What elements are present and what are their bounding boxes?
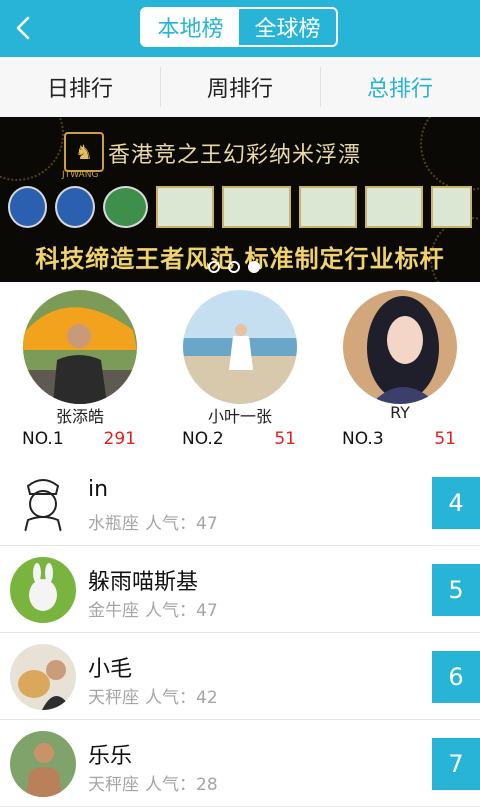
user-name: 躲雨喵斯基 — [88, 570, 199, 595]
avatar[interactable] — [10, 557, 76, 623]
avatar[interactable] — [183, 290, 297, 404]
brand-logo-icon: ♞ — [64, 132, 104, 172]
popularity-label: 人气： — [145, 601, 196, 621]
list-item[interactable]: 乐乐 天秤座 人气：28 7 — [0, 720, 480, 807]
avatar[interactable] — [10, 470, 76, 536]
zodiac-text: 金牛座 — [88, 601, 139, 621]
certificate-image — [221, 186, 291, 228]
certificate-badge-icon — [8, 186, 48, 228]
user-name: 小叶一张 — [207, 407, 272, 426]
list-item[interactable]: 躲雨喵斯基 金牛座 人气：47 5 — [0, 546, 480, 633]
list-item[interactable]: 小毛 天秤座 人气：42 6 — [0, 633, 480, 720]
popularity-label: 人气： — [145, 775, 196, 795]
promo-banner[interactable]: ♞ JTWANG 香港竞之王幻彩纳米浮漂 科技缔造王者风范 标准制定行业标杆 — [0, 117, 480, 282]
score-value: 51 — [434, 429, 456, 449]
user-name: 小毛 — [88, 657, 133, 682]
rank-label: NO.3 — [342, 429, 384, 449]
user-meta: 天秤座 人气：28 — [88, 770, 218, 795]
user-meta: 金牛座 人气：47 — [88, 596, 218, 621]
popularity-value: 42 — [196, 688, 218, 708]
tab-total[interactable]: 总排行 — [320, 57, 480, 117]
user-name: 张添皓 — [55, 407, 104, 426]
scope-segmented-control: 本地榜 全球榜 — [140, 7, 338, 47]
rank-badge: 5 — [432, 564, 480, 616]
rank-badge: 6 — [432, 651, 480, 703]
user-name: in — [88, 477, 109, 502]
certificate-badge-icon — [102, 186, 148, 228]
user-meta: 水瓶座 人气：47 — [88, 509, 218, 534]
user-name: 乐乐 — [88, 744, 133, 769]
banner-pager — [208, 261, 260, 273]
tab-daily[interactable]: 日排行 — [0, 57, 160, 117]
period-tabs: 日排行 周排行 总排行 — [0, 57, 480, 118]
certificate-image — [364, 186, 423, 228]
top-user-card-3[interactable]: RY NO.3 51 — [320, 282, 480, 459]
tab-weekly[interactable]: 周排行 — [160, 57, 320, 117]
avatar[interactable] — [10, 644, 76, 710]
rank-label: NO.2 — [182, 429, 224, 449]
avatar[interactable] — [23, 290, 137, 404]
top-three-section: 张添皓 NO.1 291 小叶一张 NO.2 51 RY NO.3 51 — [0, 282, 480, 460]
user-name: RY — [390, 403, 410, 422]
popularity-label: 人气： — [145, 514, 196, 534]
pager-dot[interactable] — [208, 261, 220, 273]
zodiac-text: 天秤座 — [88, 688, 139, 708]
pager-dot-active[interactable] — [248, 261, 260, 273]
brand-logo-text: JTWANG — [62, 170, 99, 180]
top-bar: 本地榜 全球榜 — [0, 0, 480, 57]
list-item[interactable]: in 水瓶座 人气：47 4 — [0, 459, 480, 546]
avatar[interactable] — [10, 731, 76, 797]
certificate-image — [430, 186, 473, 228]
tab-local-board[interactable]: 本地榜 — [142, 9, 239, 45]
top-user-card-1[interactable]: 张添皓 NO.1 291 — [0, 282, 160, 459]
certificates-strip — [8, 185, 473, 229]
popularity-value: 47 — [196, 514, 218, 534]
popularity-value: 47 — [196, 601, 218, 621]
banner-title: 香港竞之王幻彩纳米浮漂 — [108, 143, 362, 168]
certificate-image — [298, 186, 357, 228]
ornament — [0, 117, 64, 181]
certificate-image — [155, 186, 214, 228]
score-value: 51 — [274, 429, 296, 449]
rank-badge: 7 — [432, 738, 480, 790]
certificate-badge-icon — [55, 186, 95, 228]
avatar[interactable] — [343, 290, 457, 404]
zodiac-text: 天秤座 — [88, 775, 139, 795]
popularity-label: 人气： — [145, 688, 196, 708]
back-button[interactable] — [10, 14, 36, 42]
tab-global-board[interactable]: 全球榜 — [239, 9, 336, 45]
rank-label: NO.1 — [22, 429, 64, 449]
rank-badge: 4 — [432, 477, 480, 529]
popularity-value: 28 — [196, 775, 218, 795]
ornament — [420, 117, 480, 191]
top-user-card-2[interactable]: 小叶一张 NO.2 51 — [160, 282, 320, 459]
ranking-list: in 水瓶座 人气：47 4 躲雨喵斯基 金牛座 人气：47 5 小毛 天秤座 … — [0, 459, 480, 807]
chevron-left-icon — [16, 16, 30, 40]
user-meta: 天秤座 人气：42 — [88, 683, 218, 708]
pager-dot[interactable] — [228, 261, 240, 273]
score-value: 291 — [103, 429, 136, 449]
zodiac-text: 水瓶座 — [88, 514, 139, 534]
